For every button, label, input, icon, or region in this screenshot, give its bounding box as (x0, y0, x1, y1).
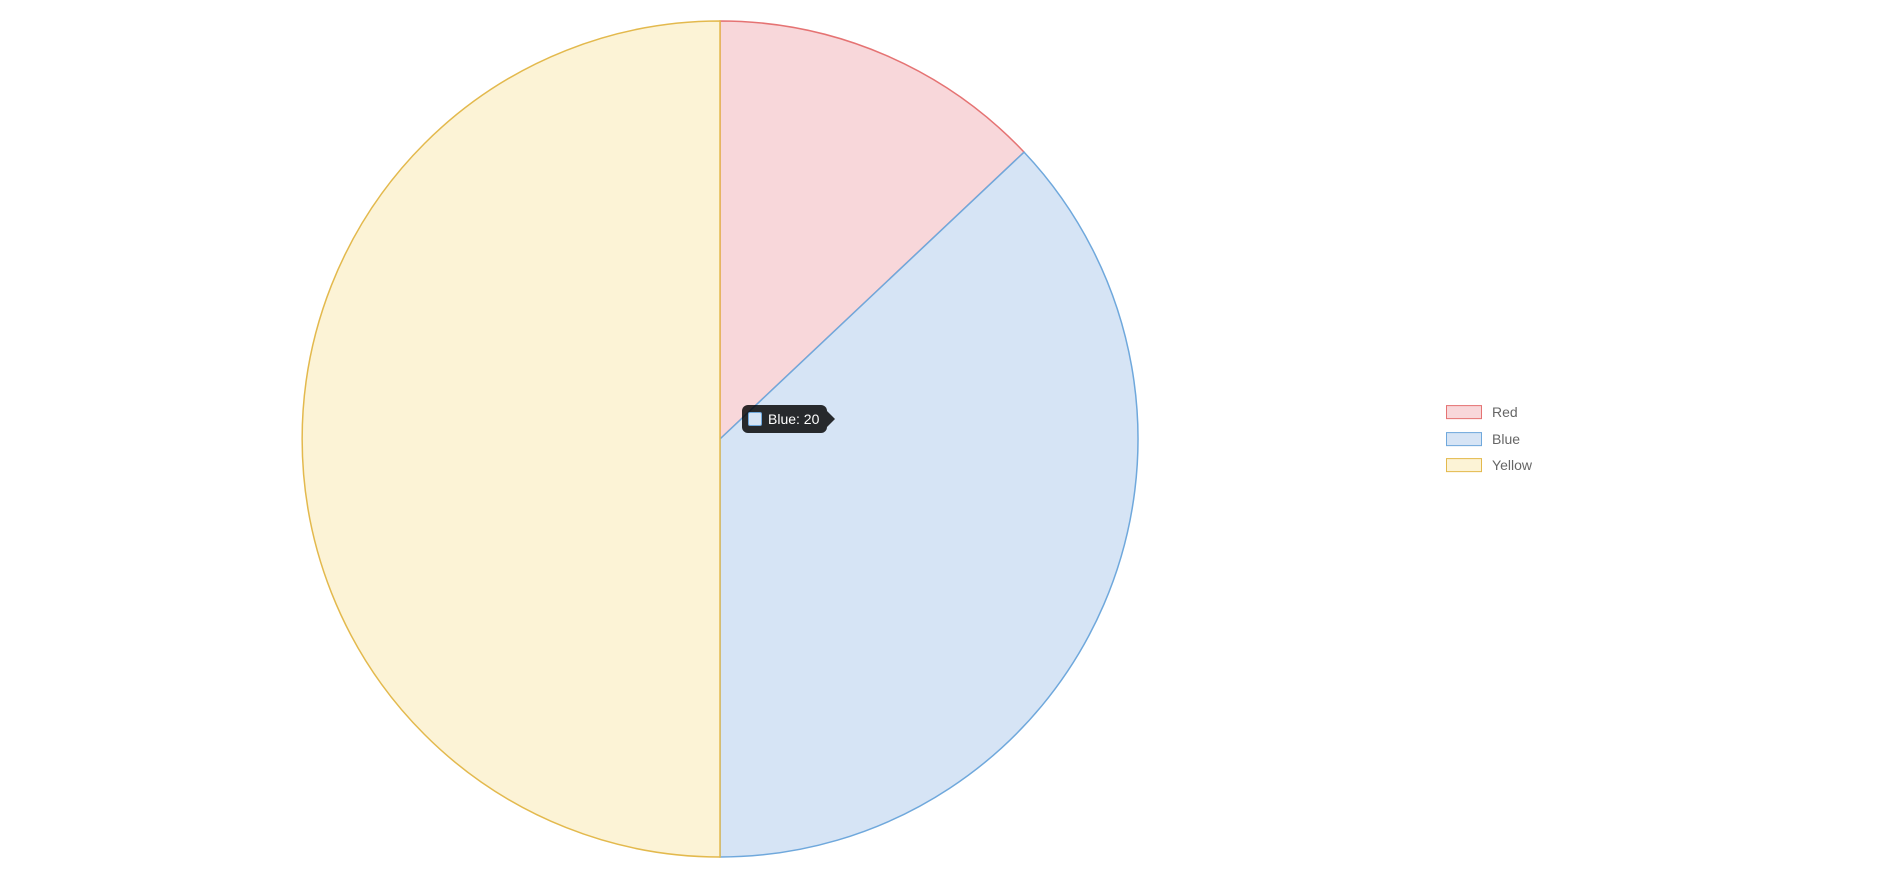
legend-item-yellow[interactable]: Yellow (1446, 452, 1532, 479)
legend-swatch-blue (1446, 432, 1482, 446)
pie-slice-yellow[interactable] (302, 21, 720, 857)
legend-item-blue[interactable]: Blue (1446, 426, 1532, 453)
legend-swatch-red (1446, 405, 1482, 419)
tooltip: Blue: 20 (742, 405, 827, 433)
legend-swatch-yellow (1446, 459, 1482, 473)
pie-svg (0, 0, 1440, 878)
pie-chart[interactable] (0, 0, 1440, 878)
legend-label-red: Red (1492, 399, 1518, 426)
tooltip-swatch (748, 412, 762, 426)
legend: Red Blue Yellow (1446, 399, 1532, 479)
tooltip-text: Blue: 20 (768, 411, 819, 427)
legend-label-blue: Blue (1492, 426, 1520, 453)
legend-label-yellow: Yellow (1492, 452, 1532, 479)
legend-item-red[interactable]: Red (1446, 399, 1532, 426)
